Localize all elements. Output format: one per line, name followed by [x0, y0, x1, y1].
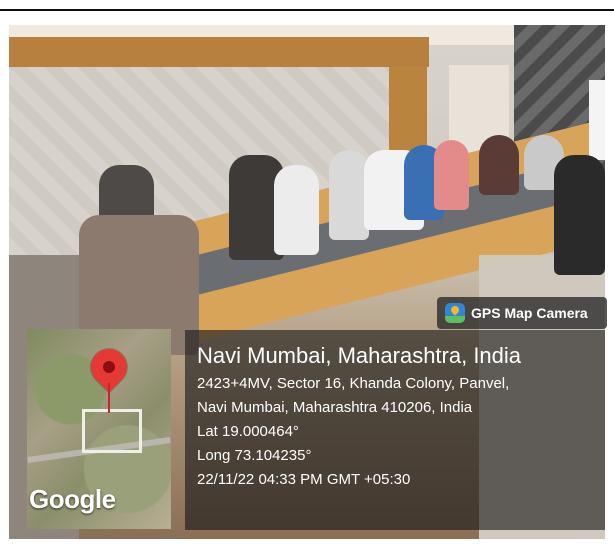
- wall-screen: [589, 80, 605, 160]
- person: [329, 150, 369, 240]
- google-logo: Google: [29, 484, 116, 514]
- wood-beam: [9, 37, 429, 67]
- map-building: [82, 409, 142, 453]
- person: [434, 140, 469, 210]
- mini-map: Google: [27, 329, 171, 529]
- datetime: 22/11/22 04:33 PM GMT +05:30: [197, 471, 411, 488]
- city-title: Navi Mumbai, Maharashtra, India: [197, 343, 522, 368]
- longitude: Long 73.104235°: [197, 447, 312, 464]
- address-line-1: 2423+4MV, Sector 16, Khanda Colony, Panv…: [197, 375, 510, 392]
- location-info-panel: Navi Mumbai, Maharashtra, India 2423+4MV…: [185, 330, 605, 530]
- top-rule: [0, 9, 614, 11]
- person: [274, 165, 319, 255]
- map-pin-tail: [108, 383, 110, 413]
- gps-map-camera-icon: [445, 303, 465, 323]
- address-line-2: Navi Mumbai, Maharashtra 410206, India: [197, 399, 473, 416]
- latitude: Lat 19.000464°: [197, 423, 299, 440]
- badge-label: GPS Map Camera: [471, 305, 588, 321]
- person-foreground-right: [554, 155, 605, 275]
- gps-map-camera-badge: GPS Map Camera: [437, 297, 607, 329]
- person: [479, 135, 519, 195]
